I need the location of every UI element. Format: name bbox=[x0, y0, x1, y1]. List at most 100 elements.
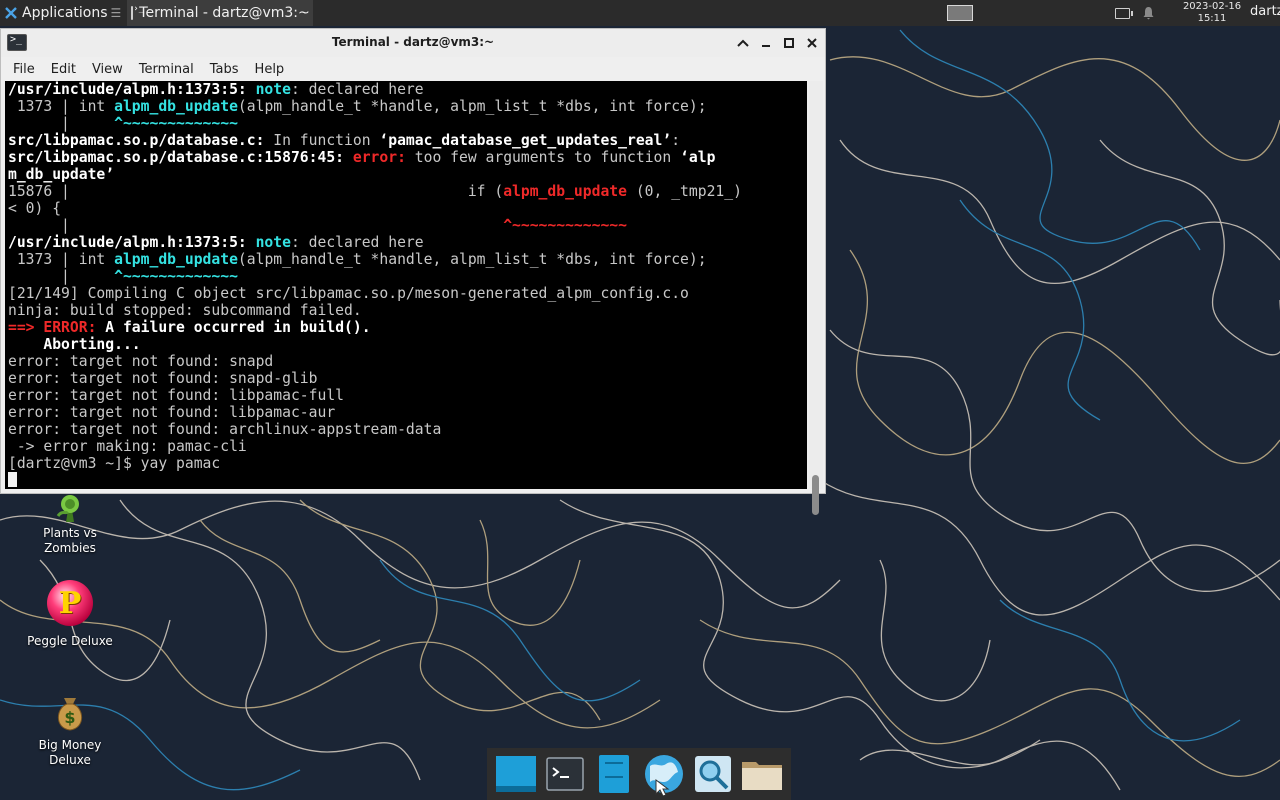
terminal-scrollbar[interactable] bbox=[809, 81, 823, 489]
dock-web-browser[interactable] bbox=[642, 752, 686, 796]
terminal-segment: ‘pamac_database_get_updates_real’ bbox=[379, 132, 672, 149]
minimize-icon bbox=[762, 45, 770, 47]
dock-terminal[interactable] bbox=[543, 752, 587, 796]
terminal-segment: | bbox=[8, 217, 504, 234]
scrollbar-thumb[interactable] bbox=[812, 475, 819, 515]
terminal-segment: Aborting... bbox=[8, 336, 141, 353]
terminal-line: < 0) { bbox=[8, 200, 807, 217]
terminal-line: error: target not found: libpamac-aur bbox=[8, 404, 807, 421]
menu-separator-icon: ☰ bbox=[110, 6, 122, 20]
terminal-segment: ERROR: bbox=[43, 319, 97, 336]
top-panel: Applications ☰ Terminal - dartz@vm3:~ 20… bbox=[0, 0, 1280, 26]
dock bbox=[487, 748, 791, 800]
menu-edit[interactable]: Edit bbox=[43, 62, 84, 77]
terminal-segment: (alpm_handle_t *handle, alpm_list_t *dbs… bbox=[237, 98, 707, 115]
terminal-segment: ^~~~~~~~~~~~~~ bbox=[114, 268, 238, 285]
terminal-segment: alpm_db_update bbox=[114, 98, 238, 115]
terminal-line: error: target not found: snapd bbox=[8, 353, 807, 370]
terminal-segment: < 0) { bbox=[8, 200, 62, 217]
terminal-line: Aborting... bbox=[8, 336, 807, 353]
terminal-icon bbox=[131, 4, 144, 20]
desktop-icon-label: Big Money Deluxe bbox=[38, 738, 102, 767]
dock-app-finder[interactable] bbox=[691, 752, 735, 796]
terminal-line: ninja: build stopped: subcommand failed. bbox=[8, 302, 807, 319]
peggle-icon: P bbox=[47, 580, 93, 626]
xfce-logo-icon bbox=[5, 7, 17, 19]
system-tray bbox=[1112, 0, 1164, 26]
terminal-segment: : declared here bbox=[290, 81, 424, 98]
maximize-icon bbox=[784, 38, 794, 48]
terminal-segment: alpm_db_update bbox=[114, 251, 238, 268]
terminal-segment: error: bbox=[352, 149, 406, 166]
dock-show-desktop[interactable] bbox=[494, 752, 538, 796]
desktop-icon-plants-vs-zombies[interactable]: Plants vs Zombies bbox=[10, 492, 130, 556]
terminal-segment: : bbox=[671, 132, 681, 149]
terminal-line: [dartz@vm3 ~]$ yay pamac bbox=[8, 455, 807, 472]
web-browser-icon bbox=[644, 755, 683, 796]
file-manager-icon bbox=[599, 755, 630, 793]
terminal-menubar: File Edit View Terminal Tabs Help bbox=[1, 57, 825, 81]
menu-file[interactable]: File bbox=[5, 62, 43, 77]
terminal-segment: | bbox=[8, 115, 115, 132]
menu-view[interactable]: View bbox=[84, 62, 131, 77]
terminal-line: | ^~~~~~~~~~~~~~ bbox=[8, 268, 807, 285]
menu-terminal[interactable]: Terminal bbox=[131, 62, 202, 77]
desktop-icon-label: Plants vs Zombies bbox=[43, 526, 97, 555]
terminal-segment: /usr/include/alpm.h:1373:5: bbox=[8, 234, 256, 251]
workspace-1[interactable] bbox=[947, 5, 973, 21]
terminal-line: error: target not found: archlinux-appst… bbox=[8, 421, 807, 438]
folder-icon bbox=[742, 762, 783, 790]
terminal-line: 1373 | int alpm_db_update(alpm_handle_t … bbox=[8, 98, 807, 115]
terminal-line: src/libpamac.so.p/database.c: In functio… bbox=[8, 132, 807, 149]
taskbar-terminal-button[interactable]: Terminal - dartz@vm3:~ bbox=[127, 0, 314, 26]
terminal-segment: ^~~~~~~~~~~~~~ bbox=[114, 115, 238, 132]
dock-file-manager[interactable] bbox=[592, 752, 636, 796]
terminal-segment: alpm_db_update bbox=[503, 183, 627, 200]
battery-icon[interactable] bbox=[1112, 0, 1133, 26]
terminal-segment: A failure occurred in build(). bbox=[96, 319, 371, 336]
terminal-line: | ^~~~~~~~~~~~~~ bbox=[8, 217, 807, 234]
clock[interactable]: 2023-02-16 15:11 bbox=[1178, 0, 1246, 27]
terminal-segment: error: target not found: libpamac-aur bbox=[8, 404, 336, 421]
window-title: Terminal - dartz@vm3:~ bbox=[331, 35, 495, 49]
clock-date: 2023-02-16 bbox=[1182, 1, 1242, 12]
money-bag-icon: $ bbox=[50, 690, 90, 732]
minimize-button[interactable] bbox=[755, 32, 777, 54]
close-button[interactable] bbox=[801, 32, 823, 54]
notification-bell-icon[interactable] bbox=[1138, 0, 1158, 26]
show-desktop-icon bbox=[495, 756, 536, 792]
terminal-text[interactable]: /usr/include/alpm.h:1373:5: note: declar… bbox=[5, 81, 807, 489]
window-titlebar[interactable]: Terminal - dartz@vm3:~ bbox=[1, 29, 825, 57]
terminal-window: Terminal - dartz@vm3:~ File Edit View Te… bbox=[0, 28, 826, 515]
terminal-segment: (0, _tmp21_) bbox=[626, 183, 742, 200]
terminal-segment: m_db_update’ bbox=[8, 166, 115, 183]
desktop-icon-big-money-deluxe[interactable]: $ Big Money Deluxe bbox=[10, 690, 130, 768]
terminal-segment: | bbox=[8, 268, 115, 285]
terminal-segment: : declared here bbox=[290, 234, 424, 251]
shade-window-button[interactable] bbox=[732, 32, 754, 54]
dock-folder[interactable] bbox=[740, 752, 784, 796]
workspace-switcher[interactable] bbox=[946, 0, 974, 26]
menu-tabs[interactable]: Tabs bbox=[202, 62, 247, 77]
desktop-icon-peggle-deluxe[interactable]: P Peggle Deluxe bbox=[10, 580, 130, 649]
terminal-segment: note bbox=[255, 81, 291, 98]
user-menu[interactable]: dartz bbox=[1250, 4, 1280, 19]
terminal-line: ==> ERROR: A failure occurred in build()… bbox=[8, 319, 807, 336]
applications-menu[interactable]: Applications ☰ bbox=[0, 0, 125, 26]
terminal-segment: In function bbox=[264, 132, 380, 149]
terminal-segment: (alpm_handle_t *handle, alpm_list_t *dbs… bbox=[237, 251, 707, 268]
maximize-button[interactable] bbox=[778, 32, 800, 54]
terminal-line: m_db_update’ bbox=[8, 166, 807, 183]
terminal-segment: error: target not found: libpamac-full bbox=[8, 387, 345, 404]
terminal-line: /usr/include/alpm.h:1373:5: note: declar… bbox=[8, 234, 807, 251]
terminal-segment: ==> bbox=[8, 319, 44, 336]
terminal-line: | ^~~~~~~~~~~~~~ bbox=[8, 115, 807, 132]
terminal-segment: ‘alp bbox=[680, 149, 716, 166]
terminal-segment: error: target not found: archlinux-appst… bbox=[8, 421, 442, 438]
chevron-up-icon bbox=[737, 39, 749, 47]
terminal-line: 1373 | int alpm_db_update(alpm_handle_t … bbox=[8, 251, 807, 268]
applications-menu-label: Applications bbox=[22, 5, 108, 21]
menu-help[interactable]: Help bbox=[247, 62, 293, 77]
terminal-output[interactable]: /usr/include/alpm.h:1373:5: note: declar… bbox=[5, 81, 807, 489]
terminal-segment: src/libpamac.so.p/database.c:15876:45: bbox=[8, 149, 353, 166]
